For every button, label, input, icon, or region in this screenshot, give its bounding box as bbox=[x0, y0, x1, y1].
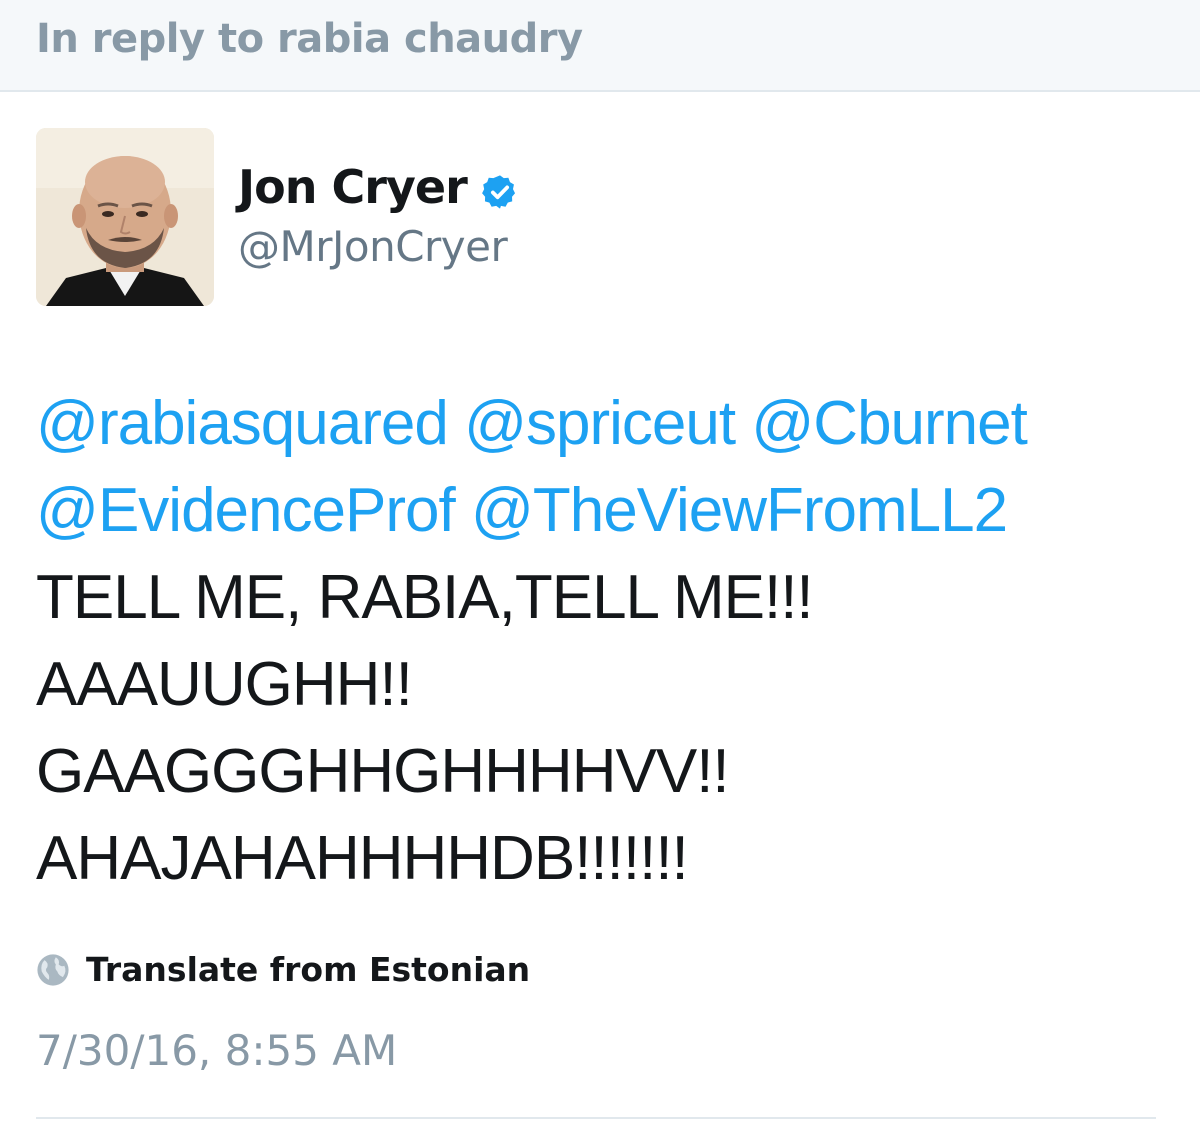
globe-icon bbox=[36, 953, 70, 987]
translate-link[interactable]: Translate from Estonian bbox=[36, 950, 530, 989]
reply-banner[interactable]: In reply to rabia chaudry bbox=[0, 0, 1200, 92]
author-name[interactable]: Jon Cryer bbox=[238, 160, 519, 214]
translate-label[interactable]: Translate from Estonian bbox=[86, 950, 530, 989]
mentions-line-1: @rabiasquared @spriceut @Cburnet bbox=[36, 380, 1186, 467]
tweet-body-line: GAAGGGHHGHHHHVV!! bbox=[36, 737, 730, 806]
tweet-body-line: AHAJAHAHHHHDB!!!!!!! bbox=[36, 824, 689, 893]
author-handle[interactable]: @MrJonCryer bbox=[238, 222, 508, 271]
mention-link[interactable]: @spriceut bbox=[464, 389, 736, 458]
mention-link[interactable]: @rabiasquared bbox=[36, 389, 449, 458]
timestamp[interactable]: 7/30/16, 8:55 AM bbox=[36, 1026, 397, 1075]
reply-banner-text[interactable]: In reply to rabia chaudry bbox=[36, 16, 583, 62]
mention-link[interactable]: @EvidenceProf bbox=[36, 476, 456, 545]
author-name-text[interactable]: Jon Cryer bbox=[238, 160, 468, 214]
tweet-body-line: AAAUUGHH!! bbox=[36, 650, 413, 719]
tweet-body-line: TELL ME, RABIA,TELL ME!!! bbox=[36, 563, 814, 632]
mentions-line-2: @EvidenceProf @TheViewFromLL2 bbox=[36, 467, 1186, 554]
tweet-text: @rabiasquared @spriceut @Cburnet @Eviden… bbox=[36, 380, 1186, 902]
mention-link[interactable]: @Cburnet bbox=[751, 389, 1028, 458]
mention-link[interactable]: @TheViewFromLL2 bbox=[471, 476, 1008, 545]
profile-photo-image bbox=[36, 128, 214, 306]
divider bbox=[36, 1117, 1156, 1119]
avatar[interactable] bbox=[36, 128, 214, 306]
verified-badge-icon bbox=[481, 168, 519, 209]
